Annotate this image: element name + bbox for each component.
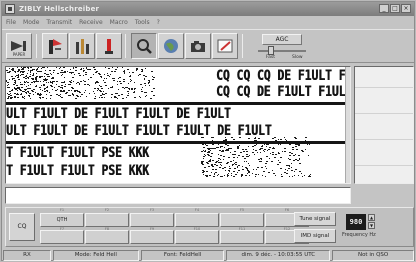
frequency-label: Frequency Hz xyxy=(342,232,376,238)
menu-macro[interactable]: Macro xyxy=(110,19,128,26)
agc-slider-thumb[interactable] xyxy=(268,46,274,55)
macro-button[interactable] xyxy=(130,230,174,244)
receive-pane[interactable]: CQ CQ CQ DE F1ULT F1UL CQ CQ DE F1ULT F1… xyxy=(5,66,351,184)
slider-slow-label: Slow xyxy=(292,55,303,60)
toolbar-separator xyxy=(36,34,37,58)
status-qso: Not in QSO xyxy=(332,250,414,261)
macro-button[interactable] xyxy=(220,230,264,244)
status-rx: RX xyxy=(3,250,51,261)
edit-button[interactable] xyxy=(212,33,238,59)
menu-bar: File Mode Transmit Receive Macro Tools ? xyxy=(2,17,414,27)
macro-button[interactable] xyxy=(85,230,129,244)
fkey-label: F1 xyxy=(59,208,65,212)
menu-mode[interactable]: Mode xyxy=(23,19,39,26)
fkey-label: F4 xyxy=(194,208,200,212)
camera-icon xyxy=(191,41,205,52)
fkey-label: F3 xyxy=(149,208,155,212)
waterfall-line xyxy=(355,139,413,140)
agc-group: AGC Fast Slow xyxy=(252,33,310,61)
macro-button[interactable] xyxy=(175,230,219,244)
globe-icon xyxy=(164,39,178,53)
status-datetime: dim. 9 déc. - 10:03:55 UTC xyxy=(226,250,331,261)
magnifier-icon xyxy=(137,39,152,54)
menu-receive[interactable]: Receive xyxy=(79,19,103,26)
macro-button-qth[interactable]: QTH xyxy=(40,213,84,227)
window-title: ZIBLY Hellschreiber xyxy=(19,5,100,13)
rx-line: ULT F1ULT DE F1ULT F1ULT F1ULT DE F1ULT xyxy=(6,123,272,139)
rx-line: T F1ULT F1ULT PSE KKK xyxy=(6,163,149,179)
paper-icon xyxy=(11,41,26,51)
receive-scrollbar[interactable] xyxy=(345,67,350,183)
transmit-icon xyxy=(49,39,62,54)
line-divider xyxy=(6,102,350,105)
cq-button[interactable]: CQ xyxy=(9,213,35,241)
frequency-down-icon[interactable]: ▼ xyxy=(368,222,375,229)
toolbar-separator xyxy=(242,34,243,58)
globe-button[interactable] xyxy=(158,33,184,59)
toolbar: PAPER AGC Fast Slow xyxy=(2,29,414,63)
status-bar: RX Mode: Feld Hell Font: FeldHell dim. 9… xyxy=(2,250,414,261)
agc-button[interactable]: AGC xyxy=(262,34,302,45)
macro-button[interactable] xyxy=(175,213,219,227)
frequency-up-icon[interactable]: ▲ xyxy=(368,214,375,221)
fkey-label: F2 xyxy=(104,208,110,212)
macro-button[interactable] xyxy=(220,213,264,227)
waterfall-display[interactable] xyxy=(354,66,414,184)
title-bar: ZIBLY Hellschreiber _ □ × xyxy=(2,2,414,16)
tune-signal-button[interactable]: Tune signal xyxy=(294,212,336,226)
rx-line: CQ CQ CQ DE F1ULT F1UL xyxy=(216,68,351,84)
receive-button[interactable] xyxy=(69,33,95,59)
stop-icon xyxy=(105,39,113,54)
macro-panel: CQ F1 F2 F3 F4 F5 F6 QTH F7 F8 F9 F10 F1… xyxy=(5,207,414,247)
noise-area xyxy=(6,67,155,99)
macro-button[interactable] xyxy=(85,213,129,227)
pencil-icon xyxy=(217,39,233,53)
camera-button[interactable] xyxy=(185,33,211,59)
rx-line: ULT F1ULT DE F1ULT F1ULT DE F1ULT xyxy=(6,106,231,122)
stop-button[interactable] xyxy=(96,33,122,59)
macro-button[interactable] xyxy=(40,230,84,244)
slider-fast-label: Fast xyxy=(266,55,276,60)
menu-help[interactable]: ? xyxy=(157,19,160,26)
app-icon xyxy=(5,4,15,14)
close-button[interactable]: × xyxy=(401,4,411,13)
waterfall-line xyxy=(355,87,413,88)
maximize-button[interactable]: □ xyxy=(390,4,400,13)
menu-tools[interactable]: Tools xyxy=(135,19,150,26)
rx-line: T F1ULT F1ULT PSE KKK xyxy=(6,145,149,161)
transmit-button[interactable] xyxy=(42,33,68,59)
zoom-button[interactable] xyxy=(131,33,157,59)
minimize-button[interactable]: _ xyxy=(379,4,389,13)
macro-button[interactable] xyxy=(130,213,174,227)
menu-transmit[interactable]: Transmit xyxy=(46,19,72,26)
waterfall-line xyxy=(355,113,413,114)
agc-slider-track[interactable] xyxy=(258,50,306,52)
waterfall-line xyxy=(355,165,413,166)
paper-button[interactable]: PAPER xyxy=(6,33,32,59)
line-divider xyxy=(6,141,350,144)
fkey-label: F5 xyxy=(239,208,245,212)
transmit-input[interactable] xyxy=(5,187,351,204)
rx-line: CQ CQ DE F1ULT F1UL xyxy=(216,84,346,100)
receive-icon xyxy=(76,39,89,54)
status-font: Font: FeldHell xyxy=(140,250,225,261)
status-mode: Mode: Feld Hell xyxy=(52,250,139,261)
window-controls: _ □ × xyxy=(379,4,411,13)
paper-label: PAPER xyxy=(12,52,26,57)
frequency-display[interactable]: 980 xyxy=(346,214,366,230)
menu-file[interactable]: File xyxy=(6,19,16,26)
frequency-control: 980 ▲ ▼ Frequency Hz xyxy=(340,214,410,242)
toolbar-separator xyxy=(125,34,126,58)
imd-signal-button[interactable]: IMD signal xyxy=(294,229,336,243)
app-window: ZIBLY Hellschreiber _ □ × File Mode Tran… xyxy=(1,1,415,261)
